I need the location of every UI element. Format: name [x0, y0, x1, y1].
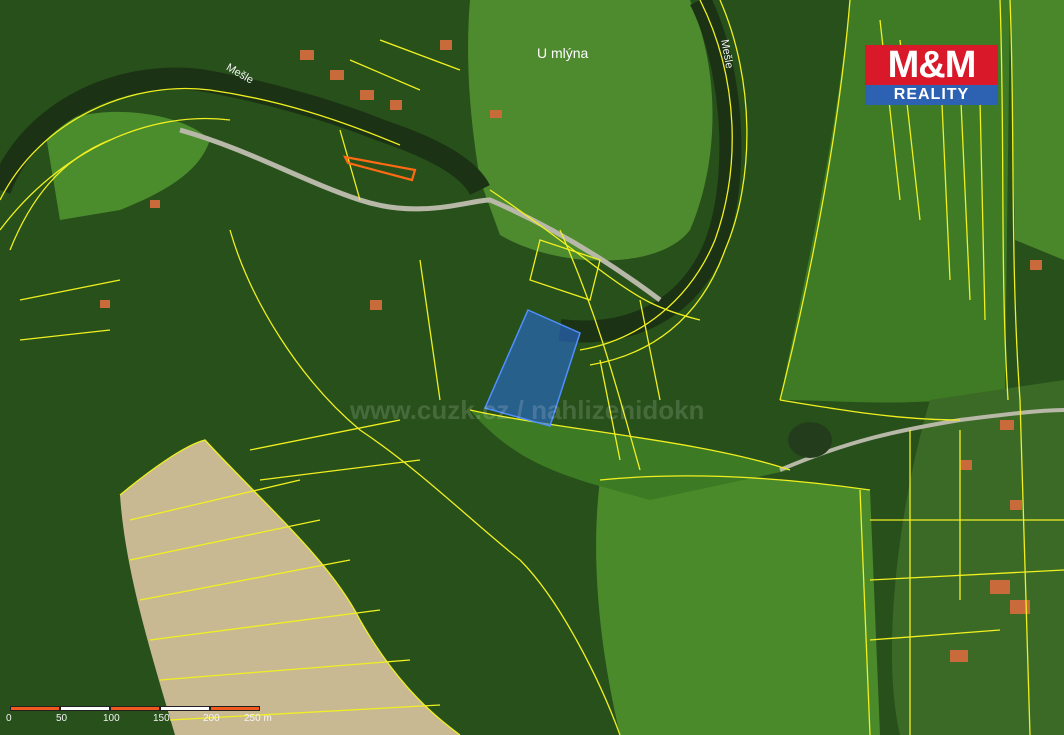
map-view[interactable]: U mlýna Mešle Mešle www.cuzk.cz / nahliz…	[0, 0, 1064, 735]
scale-segment	[210, 706, 260, 711]
scale-segment	[160, 706, 210, 711]
scale-segment	[110, 706, 160, 711]
field-far-right	[1010, 0, 1064, 260]
watermark: www.cuzk.cz / nahlizenidokn	[350, 395, 705, 425]
scale-bar	[10, 706, 260, 711]
scale-tick: 250 m	[244, 713, 272, 724]
scale-tick: 100	[103, 713, 120, 724]
scale-tick: 0	[6, 713, 12, 724]
scale-ticks: 0 50 100 150 200 250 m	[4, 713, 294, 727]
scale-tick: 150	[153, 713, 170, 724]
logo-sub: REALITY	[865, 85, 998, 105]
scale-tick: 200	[203, 713, 220, 724]
aerial-map	[0, 0, 1064, 735]
scale-tick: 50	[56, 713, 68, 724]
locality-label: U mlýna	[537, 45, 589, 61]
scale-segment	[10, 706, 60, 711]
scale-segment	[60, 706, 110, 711]
meadow-bottom	[596, 475, 880, 735]
company-logo: M&M REALITY	[865, 44, 998, 107]
meadow-u-mlyna	[468, 0, 713, 261]
pond	[788, 422, 832, 458]
logo-brand: M&M	[865, 44, 998, 86]
